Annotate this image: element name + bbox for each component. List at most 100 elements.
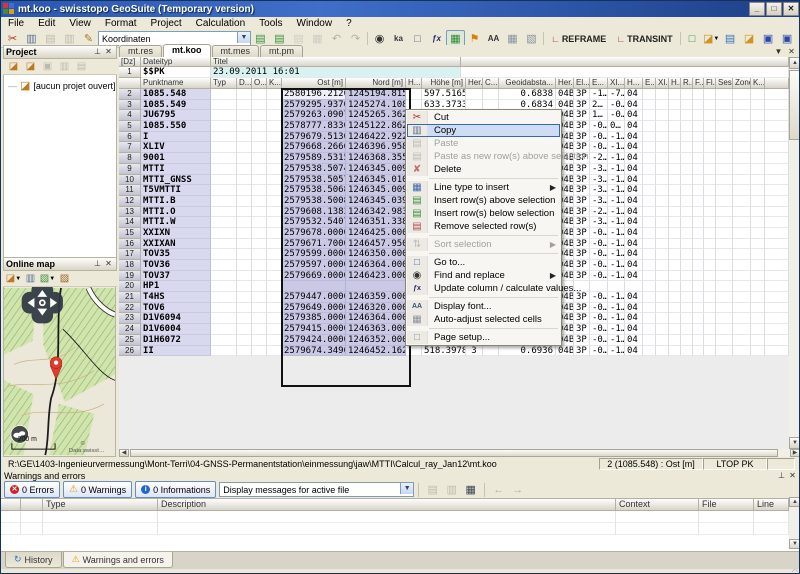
sheet-cell[interactable] xyxy=(704,324,716,335)
sheet-cell[interactable] xyxy=(693,292,704,303)
sheet-cell[interactable] xyxy=(681,217,693,228)
row-header[interactable]: 25 xyxy=(119,335,141,346)
sheet-cell[interactable] xyxy=(693,207,704,218)
sheet-cell[interactable] xyxy=(669,185,681,196)
sheet-cell[interactable]: 1245194.8150 xyxy=(346,89,406,100)
sheet-cell[interactable] xyxy=(211,89,237,100)
sheet-cell[interactable]: 518.3978 xyxy=(422,346,466,357)
sheet-cell[interactable] xyxy=(765,164,789,175)
sheet-cell[interactable] xyxy=(716,271,733,282)
sheet-cell[interactable]: 2579538.5057 xyxy=(282,175,346,186)
corner-header[interactable]: [Dz] xyxy=(119,57,141,67)
context-menu-item-remove-selected-rows[interactable]: ▤Remove selected row(s) xyxy=(407,220,560,233)
sheet-cell[interactable] xyxy=(704,100,716,111)
chevron-down-icon[interactable]: ▼ xyxy=(400,483,413,494)
row-header[interactable]: 18 xyxy=(119,260,141,271)
sheet-cell[interactable] xyxy=(656,346,669,357)
menu-window[interactable]: Window xyxy=(290,17,340,30)
sheet-cell[interactable]: 2579538.5008 xyxy=(282,196,346,207)
sheet-cell[interactable] xyxy=(704,207,716,218)
sheet-cell[interactable] xyxy=(252,217,267,228)
close-icon[interactable]: ✕ xyxy=(103,259,114,269)
sheet-cell[interactable]: MTTI.O xyxy=(141,207,211,218)
scrollbar-thumb[interactable] xyxy=(789,70,800,140)
sheet-cell[interactable]: 1246396.9585 xyxy=(346,142,406,153)
sheet-cell[interactable] xyxy=(693,260,704,271)
sheet-cell[interactable] xyxy=(237,346,252,357)
sheet-cell[interactable]: 1245122.8620 xyxy=(346,121,406,132)
sheet-cell[interactable] xyxy=(252,260,267,271)
context-menu-item-go-to[interactable]: □Go to... xyxy=(407,256,560,269)
sheet-cell[interactable]: 3P xyxy=(574,164,590,175)
sheet-cell[interactable] xyxy=(693,110,704,121)
sheet-cell[interactable] xyxy=(751,313,765,324)
sheet-cell[interactable] xyxy=(716,196,733,207)
sheet-cell[interactable] xyxy=(643,324,656,335)
sheet-cell[interactable] xyxy=(681,260,693,271)
sheet-cell[interactable] xyxy=(669,260,681,271)
sheet-cell[interactable]: 04 xyxy=(625,89,643,100)
menu-view[interactable]: View xyxy=(62,17,98,30)
sheet-cell[interactable] xyxy=(716,121,733,132)
menu-project[interactable]: Project xyxy=(144,17,189,30)
title-bar[interactable]: mt.koo - swisstopo GeoSuite (Temporary v… xyxy=(1,1,800,17)
sheet-cell[interactable] xyxy=(733,249,751,260)
sheet-cell[interactable]: 2579669.0000 xyxy=(282,271,346,282)
sheet-cell[interactable]: -1… xyxy=(608,207,625,218)
sheet-cell[interactable] xyxy=(237,292,252,303)
save-project-icon[interactable]: ▣ xyxy=(39,59,56,74)
sheet-cell[interactable] xyxy=(656,303,669,314)
column-header[interactable]: XI... xyxy=(608,78,625,89)
sheet-cell[interactable] xyxy=(716,132,733,143)
sheet-cell[interactable]: 1246320.0000 xyxy=(346,303,406,314)
sheet-cell[interactable] xyxy=(237,164,252,175)
column-header[interactable]: F... xyxy=(693,78,704,89)
sheet-cell[interactable] xyxy=(693,164,704,175)
sheet-cell[interactable]: 04 xyxy=(625,110,643,121)
sheet-cell[interactable]: -3… xyxy=(590,175,608,186)
sheet-cell[interactable]: -1… xyxy=(608,335,625,346)
sheet-cell[interactable] xyxy=(733,132,751,143)
sheet-cell[interactable]: XLIV xyxy=(141,142,211,153)
messages-column-header-file[interactable]: File xyxy=(699,499,754,511)
sheet-cell[interactable] xyxy=(669,271,681,282)
sheet-cell[interactable] xyxy=(693,100,704,111)
sheet-cell[interactable] xyxy=(643,335,656,346)
sheet-cell[interactable] xyxy=(733,303,751,314)
column-header[interactable]: C... xyxy=(483,78,499,89)
sheet-cell[interactable] xyxy=(765,153,789,164)
sheet-cell[interactable] xyxy=(716,100,733,111)
sheet-cell[interactable] xyxy=(751,207,765,218)
sheet-cell[interactable] xyxy=(681,164,693,175)
sheet-cell[interactable] xyxy=(681,175,693,186)
sheet-cell[interactable] xyxy=(656,153,669,164)
chevron-down-icon[interactable]: ▼ xyxy=(237,32,250,43)
column-header-dateityp[interactable]: Dateityp xyxy=(141,57,211,67)
sheet-cell[interactable]: 04 xyxy=(625,164,643,175)
sheet-cell[interactable]: 9001 xyxy=(141,153,211,164)
sheet-cell[interactable] xyxy=(211,239,237,250)
sheet-cell[interactable] xyxy=(765,271,789,282)
sheet-cell[interactable] xyxy=(252,142,267,153)
sheet-cell[interactable] xyxy=(625,281,643,292)
sheet-cell[interactable]: 3P xyxy=(574,303,590,314)
sheet-cell[interactable]: 3P xyxy=(574,313,590,324)
map-panel-caption[interactable]: Online map ⊥ ✕ xyxy=(3,257,117,271)
sheet-cell[interactable] xyxy=(669,153,681,164)
sheet-cell[interactable] xyxy=(751,164,765,175)
row-header[interactable]: 3 xyxy=(119,100,141,111)
sheet-cell[interactable] xyxy=(656,239,669,250)
sheet-cell[interactable] xyxy=(693,335,704,346)
sheet-cell[interactable] xyxy=(267,346,282,357)
column-header[interactable]: Ses... xyxy=(716,78,733,89)
sheet-cell[interactable]: MTTI xyxy=(141,164,211,175)
sheet-cell[interactable]: -1… xyxy=(608,239,625,250)
sheet-cell[interactable] xyxy=(681,142,693,153)
sheet-cell[interactable]: JU6795 xyxy=(141,110,211,121)
sheet-cell[interactable] xyxy=(643,217,656,228)
sheet-cell[interactable] xyxy=(765,303,789,314)
sheet-cell[interactable]: 04 xyxy=(625,239,643,250)
sheet-cell[interactable]: 3 xyxy=(466,346,483,357)
sheet-cell[interactable]: 0.6838 xyxy=(499,89,556,100)
sheet-cell[interactable] xyxy=(643,281,656,292)
